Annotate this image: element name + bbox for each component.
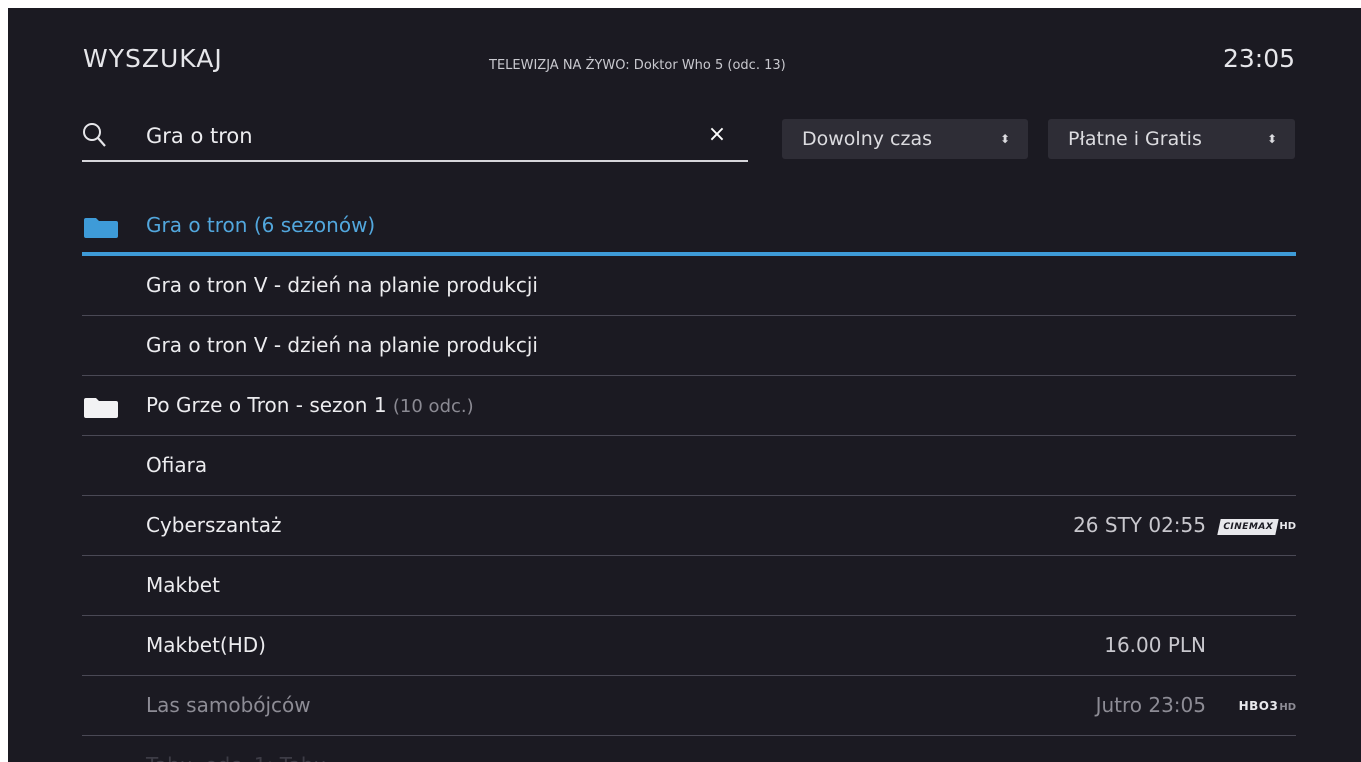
chevron-updown-icon: ⬍ (1266, 132, 1277, 146)
result-item[interactable]: Cyberszantaż 26 STY 02:55 CINEMAX HD (82, 496, 1296, 556)
cinemax-logo-text: CINEMAX (1217, 519, 1280, 535)
result-item[interactable]: Po Grze o Tron - sezon 1 (10 odc.) (82, 376, 1296, 436)
result-title: Gra o tron V - dzień na planie produkcji (146, 333, 538, 357)
price-filter-label: Płatne i Gratis (1068, 128, 1202, 150)
result-item[interactable]: Makbet (82, 556, 1296, 616)
result-title: Cyberszantaż (146, 513, 282, 537)
result-title: Makbet (146, 573, 220, 597)
air-time: Jutro 23:05 (1095, 693, 1206, 717)
hd-badge: HD (1279, 521, 1296, 532)
clock: 23:05 (1222, 44, 1295, 73)
result-item[interactable]: Las samobójców Jutro 23:05 HBO3HD (82, 676, 1296, 736)
results-list: Gra o tron (6 sezonów) Gra o tron V - dz… (82, 196, 1296, 762)
episode-count: (10 odc.) (392, 396, 474, 417)
channel-logo-hbo3: HBO3HD (1239, 698, 1296, 714)
result-title: Tabu, odc. 1: Tabu (146, 753, 326, 762)
result-title: Gra o tron V - dzień na planie produkcji (146, 273, 538, 297)
result-title: Gra o tron (6 sezonów) (146, 213, 376, 237)
search-input[interactable] (146, 122, 666, 150)
result-item[interactable]: Makbet(HD) 16.00 PLN (82, 616, 1296, 676)
air-time: 26 STY 02:55 (1073, 513, 1206, 537)
result-title: Ofiara (146, 453, 208, 477)
search-icon (83, 123, 106, 147)
result-title: Las samobójców (146, 693, 311, 717)
search-bar: × (82, 116, 748, 162)
price: 16.00 PLN (1104, 633, 1206, 657)
folder-icon (84, 398, 118, 418)
page-title: WYSZUKAJ (83, 44, 223, 73)
chevron-updown-icon: ⬍ (999, 132, 1010, 146)
result-item[interactable]: Gra o tron V - dzień na planie produkcji (82, 316, 1296, 376)
hd-badge: HD (1279, 702, 1296, 713)
result-item[interactable]: Tabu, odc. 1: Tabu (82, 736, 1296, 762)
result-item[interactable]: Ofiara (82, 436, 1296, 496)
result-item[interactable]: Gra o tron (6 sezonów) (82, 196, 1296, 256)
result-item[interactable]: Gra o tron V - dzień na planie produkcji (82, 256, 1296, 316)
channel-logo-cinemax: CINEMAX HD (1217, 518, 1296, 535)
folder-icon (84, 218, 118, 238)
clear-search-icon[interactable]: × (706, 124, 728, 146)
search-screen: WYSZUKAJ TELEWIZJA NA ŻYWO: Doktor Who 5… (8, 8, 1361, 762)
result-title: Makbet(HD) (146, 633, 266, 657)
time-filter-label: Dowolny czas (802, 128, 932, 150)
result-title-text: Po Grze o Tron - sezon 1 (146, 393, 387, 417)
result-title: Po Grze o Tron - sezon 1 (10 odc.) (146, 393, 474, 417)
hbo3-logo-text: HBO3 (1238, 699, 1279, 713)
price-filter-select[interactable]: Płatne i Gratis ⬍ (1048, 119, 1295, 159)
live-tv-info: TELEWIZJA NA ŻYWO: Doktor Who 5 (odc. 13… (489, 58, 786, 73)
time-filter-select[interactable]: Dowolny czas ⬍ (782, 119, 1028, 159)
